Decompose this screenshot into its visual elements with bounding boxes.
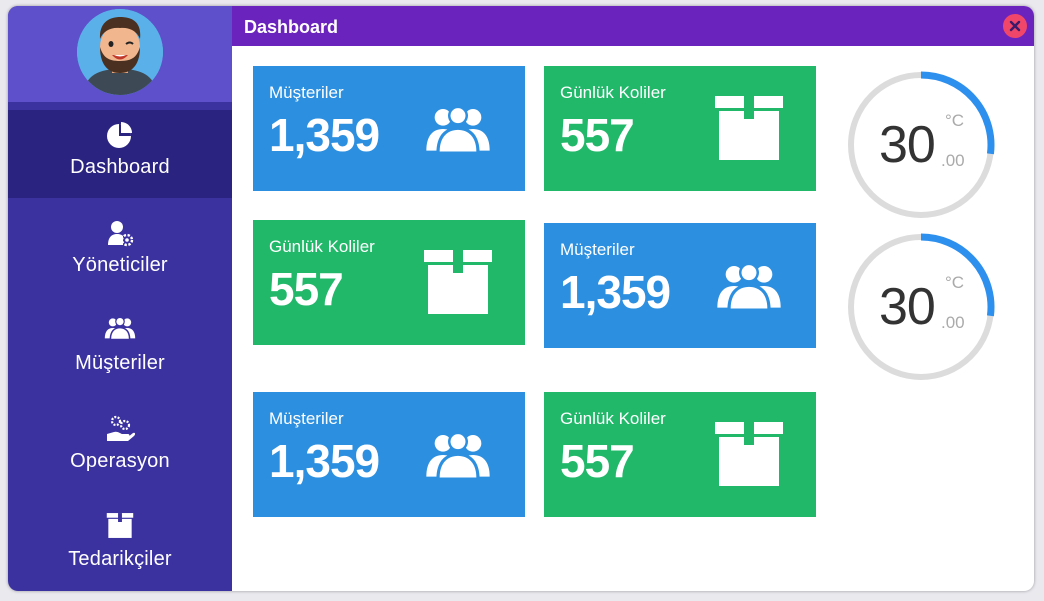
stat-card-gunluk-koliler[interactable]: Günlük Koliler 557 (544, 66, 816, 191)
sidebar-item-label: Tedarikçiler (68, 548, 172, 570)
gauge-value: 30 (879, 278, 936, 336)
stat-card-musteriler[interactable]: Müşteriler 1,359 (544, 223, 816, 348)
users-icon (104, 316, 136, 346)
box-icon (104, 512, 136, 542)
hand-gears-icon (104, 414, 136, 444)
gauge-decimal: .00 (941, 151, 965, 170)
sidebar-item-label: Dashboard (70, 156, 170, 178)
pie-chart-icon (104, 120, 136, 150)
sidebar-item-yoneticiler[interactable]: Yöneticiler (8, 208, 232, 296)
gauge-unit: °C (945, 111, 965, 130)
close-icon (1009, 20, 1021, 32)
sidebar-item-tedarikciler[interactable]: Tedarikçiler (8, 502, 232, 590)
app-window: Dashboard Yöneticiler Müşteriler Operasy… (8, 6, 1034, 591)
avatar[interactable] (77, 9, 163, 95)
sidebar-item-operasyon[interactable]: Operasyon (8, 404, 232, 492)
card-label: Müşteriler (560, 240, 635, 259)
users-icon (419, 104, 497, 159)
sidebar-item-label: Müşteriler (75, 352, 165, 374)
box-icon (422, 248, 494, 321)
card-value: 1,359 (560, 266, 671, 318)
stat-card-gunluk-koliler[interactable]: Günlük Koliler 557 (544, 392, 816, 517)
sidebar-item-label: Yöneticiler (72, 254, 168, 276)
card-label: Günlük Koliler (269, 237, 375, 256)
stat-card-musteriler[interactable]: Müşteriler 1,359 (253, 392, 525, 517)
temperature-gauge: 30 °C .00 (845, 69, 997, 221)
sidebar-item-musteriler[interactable]: Müşteriler (8, 306, 232, 394)
card-value: 557 (269, 263, 344, 315)
users-icon (710, 261, 788, 316)
sidebar: Dashboard Yöneticiler Müşteriler Operasy… (8, 6, 232, 591)
box-icon (713, 420, 785, 493)
temperature-gauge: 30 °C .00 (845, 231, 997, 383)
card-label: Günlük Koliler (560, 409, 666, 428)
card-value: 1,359 (269, 109, 380, 161)
sidebar-item-dashboard[interactable]: Dashboard (8, 110, 232, 198)
close-button[interactable] (1003, 14, 1027, 38)
box-icon (713, 94, 785, 167)
page-title: Dashboard (244, 17, 339, 37)
title-bar: Dashboard (232, 6, 1034, 46)
stat-card-musteriler[interactable]: Müşteriler 1,359 (253, 66, 525, 191)
card-label: Müşteriler (269, 83, 344, 102)
card-label: Günlük Koliler (560, 83, 666, 102)
user-gear-icon (104, 218, 136, 248)
card-value: 557 (560, 109, 635, 161)
gauge-value: 30 (879, 116, 936, 174)
stat-card-gunluk-koliler[interactable]: Günlük Koliler 557 (253, 220, 525, 345)
gauge-decimal: .00 (941, 313, 965, 332)
gauge-unit: °C (945, 273, 965, 292)
profile-area (8, 6, 232, 102)
card-value: 1,359 (269, 435, 380, 487)
card-value: 557 (560, 435, 635, 487)
users-icon (419, 430, 497, 485)
sidebar-item-label: Operasyon (70, 450, 170, 472)
card-label: Müşteriler (269, 409, 344, 428)
